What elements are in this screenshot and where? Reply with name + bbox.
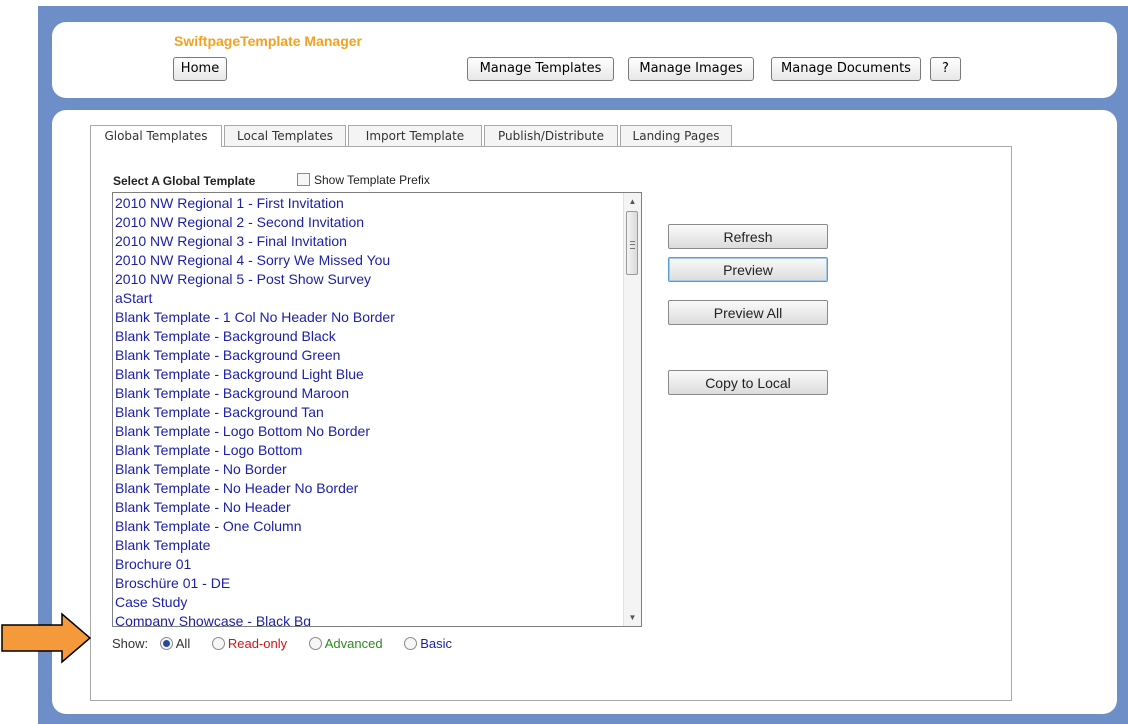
list-item[interactable]: Blank Template - No Header No Border [115, 479, 395, 498]
list-item[interactable]: Blank Template - Logo Bottom [115, 441, 395, 460]
main-panel: Global Templates Local Templates Import … [52, 110, 1117, 714]
filter-basic-label: Basic [420, 636, 452, 651]
manage-documents-button[interactable]: Manage Documents [771, 57, 921, 81]
filter-option-basic[interactable]: Basic [396, 636, 452, 651]
preview-all-button[interactable]: Preview All [668, 300, 828, 325]
header-panel: SwiftpageTemplate Manager Home Manage Te… [52, 22, 1117, 98]
list-item[interactable]: Blank Template - Background Green [115, 346, 395, 365]
grip-icon [630, 241, 635, 249]
manage-images-button[interactable]: Manage Images [628, 57, 754, 81]
list-item[interactable]: Blank Template [115, 536, 395, 555]
filter-option-read-only[interactable]: Read-only [204, 636, 287, 651]
tab-import-template[interactable]: Import Template [348, 125, 482, 146]
tab-local-templates[interactable]: Local Templates [224, 125, 346, 146]
copy-to-local-button[interactable]: Copy to Local [668, 370, 828, 395]
callout-arrow-icon [1, 612, 92, 664]
radio-all[interactable] [159, 637, 173, 650]
list-item[interactable]: 2010 NW Regional 2 - Second Invitation [115, 213, 395, 232]
filter-all-label: All [175, 636, 191, 651]
radio-read-only[interactable] [211, 637, 225, 650]
list-item[interactable]: 2010 NW Regional 1 - First Invitation [115, 194, 395, 213]
home-button[interactable]: Home [173, 57, 227, 81]
refresh-button[interactable]: Refresh [668, 224, 828, 249]
list-item[interactable]: Blank Template - Background Black [115, 327, 395, 346]
list-item[interactable]: Blank Template - Background Light Blue [115, 365, 395, 384]
show-prefix-label: Show Template Prefix [314, 173, 430, 187]
tab-global-templates[interactable]: Global Templates [90, 125, 222, 147]
preview-button[interactable]: Preview [668, 257, 828, 282]
listbox-scrollbar[interactable]: ▲ ▼ [623, 193, 641, 626]
list-item[interactable]: Blank Template - One Column [115, 517, 395, 536]
list-item[interactable]: Blank Template - Logo Bottom No Border [115, 422, 395, 441]
filter-advanced-label: Advanced [324, 636, 383, 651]
list-item[interactable]: Case Study [115, 593, 395, 612]
filter-option-all[interactable]: All [152, 636, 190, 651]
list-item[interactable]: Brochure 01 [115, 555, 395, 574]
global-templates-content: Select A Global Template Show Template P… [90, 146, 1012, 701]
show-template-prefix-toggle[interactable]: Show Template Prefix [297, 173, 430, 187]
template-list: 2010 NW Regional 1 - First Invitation 201… [115, 194, 395, 626]
scroll-up-arrow-icon[interactable]: ▲ [624, 193, 641, 210]
tab-landing-pages[interactable]: Landing Pages [620, 125, 732, 146]
list-item[interactable]: Blank Template - No Header [115, 498, 395, 517]
list-item[interactable]: Blank Template - Background Maroon [115, 384, 395, 403]
list-item[interactable]: Blank Template - 1 Col No Header No Bord… [115, 308, 395, 327]
app-title: SwiftpageTemplate Manager [174, 33, 363, 49]
filter-label: Show: [112, 636, 149, 651]
show-prefix-checkbox[interactable] [297, 173, 310, 186]
list-item[interactable]: 2010 NW Regional 3 - Final Invitation [115, 232, 395, 251]
filter-option-advanced[interactable]: Advanced [301, 636, 383, 651]
list-item[interactable]: Blank Template - No Border [115, 460, 395, 479]
global-template-listbox[interactable]: 2010 NW Regional 1 - First Invitation 201… [112, 192, 642, 627]
manage-templates-button[interactable]: Manage Templates [467, 57, 614, 81]
radio-advanced[interactable] [308, 637, 322, 650]
filter-read-only-label: Read-only [227, 636, 288, 651]
radio-basic[interactable] [404, 637, 418, 650]
list-item[interactable]: aStart [115, 289, 395, 308]
template-filter-row: Show: All Read-only Advanced Basic [112, 636, 462, 651]
list-item[interactable]: Broschüre 01 - DE [115, 574, 395, 593]
tab-publish-distribute[interactable]: Publish/Distribute [484, 125, 618, 146]
scroll-down-arrow-icon[interactable]: ▼ [624, 609, 641, 626]
list-item[interactable]: 2010 NW Regional 4 - Sorry We Missed You [115, 251, 395, 270]
list-item[interactable]: 2010 NW Regional 5 - Post Show Survey [115, 270, 395, 289]
select-template-label: Select A Global Template [113, 174, 256, 188]
help-button[interactable]: ? [930, 57, 961, 81]
list-item[interactable]: Company Showcase - Black Bg [115, 612, 395, 626]
list-item[interactable]: Blank Template - Background Tan [115, 403, 395, 422]
scroll-thumb[interactable] [626, 211, 638, 275]
